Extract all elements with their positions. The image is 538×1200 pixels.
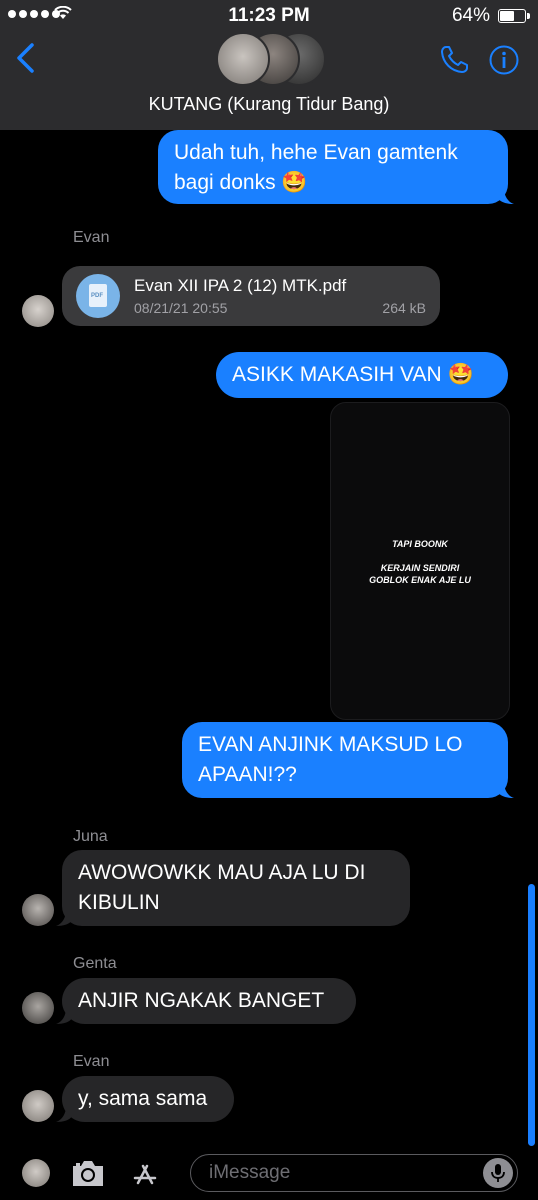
sender-name: Evan	[73, 229, 110, 246]
image-caption: GOBLOK ENAK AJE LU	[369, 575, 471, 585]
status-bar: 11:23 PM 64%	[0, 0, 538, 30]
message-text: Udah tuh, hehe Evan gamtenk bagi donks 🤩	[174, 141, 458, 194]
scrollbar[interactable]	[528, 884, 535, 1146]
bubble-tail	[56, 910, 72, 926]
info-icon[interactable]	[488, 44, 520, 76]
phone-icon[interactable]	[438, 44, 470, 76]
avatar	[216, 32, 270, 86]
message-text: ASIKK MAKASIH VAN 🤩	[232, 363, 474, 386]
sender-name: Genta	[73, 955, 117, 972]
message-text: ANJIR NGAKAK BANGET	[78, 989, 325, 1012]
app-store-icon[interactable]	[128, 1156, 162, 1190]
imessage-input[interactable]: iMessage	[190, 1154, 518, 1192]
file-date: 08/21/21 20:55	[134, 300, 228, 316]
bubble-tail	[56, 1008, 72, 1024]
bubble-tail	[498, 782, 514, 798]
conversation-title[interactable]: KUTANG (Kurang Tidur Bang)	[0, 94, 538, 115]
sender-name: Evan	[73, 1053, 110, 1070]
chevron-left-icon[interactable]	[14, 42, 36, 74]
battery-percent: 64%	[451, 5, 490, 26]
microphone-icon[interactable]	[483, 1158, 513, 1188]
battery-icon	[498, 9, 530, 23]
incoming-message[interactable]: AWOWOWKK MAU AJA LU DI KIBULIN	[56, 850, 410, 926]
bubble-tail	[56, 1106, 72, 1122]
avatar[interactable]	[22, 1090, 54, 1122]
file-name: Evan XII IPA 2 (12) MTK.pdf	[134, 276, 347, 295]
message-text: y, sama sama	[78, 1087, 208, 1110]
pdf-file-icon: PDF	[76, 274, 120, 318]
file-attachment[interactable]: PDF Evan XII IPA 2 (12) MTK.pdf 08/21/21…	[62, 266, 440, 326]
avatar[interactable]	[22, 1159, 50, 1187]
avatar[interactable]	[22, 295, 54, 327]
group-avatars[interactable]	[216, 30, 326, 86]
camera-icon[interactable]	[70, 1158, 106, 1188]
image-attachment[interactable]: TAPI BOONK KERJAIN SENDIRI GOBLOK ENAK A…	[330, 402, 510, 720]
avatar[interactable]	[22, 992, 54, 1024]
message-text: AWOWOWKK MAU AJA LU DI KIBULIN	[78, 861, 366, 914]
image-caption: TAPI BOONK	[392, 539, 448, 549]
input-placeholder: iMessage	[209, 1162, 291, 1183]
sender-name: Juna	[73, 828, 108, 845]
avatar[interactable]	[22, 894, 54, 926]
outgoing-message[interactable]: Udah tuh, hehe Evan gamtenk bagi donks 🤩	[158, 130, 514, 204]
conversation-header: KUTANG (Kurang Tidur Bang)	[0, 30, 538, 130]
outgoing-message[interactable]: ASIKK MAKASIH VAN 🤩	[216, 352, 508, 398]
outgoing-message[interactable]: EVAN ANJINK MAKSUD LO APAAN!??	[182, 722, 514, 798]
bubble-tail	[498, 188, 514, 204]
file-size: 264 kB	[382, 300, 426, 316]
incoming-message[interactable]: ANJIR NGAKAK BANGET	[56, 978, 356, 1024]
image-caption: KERJAIN SENDIRI	[380, 563, 460, 573]
message-text: EVAN ANJINK MAKSUD LO APAAN!??	[198, 733, 463, 786]
message-input-bar: iMessage	[0, 1146, 538, 1200]
incoming-message[interactable]: y, sama sama	[56, 1076, 234, 1122]
